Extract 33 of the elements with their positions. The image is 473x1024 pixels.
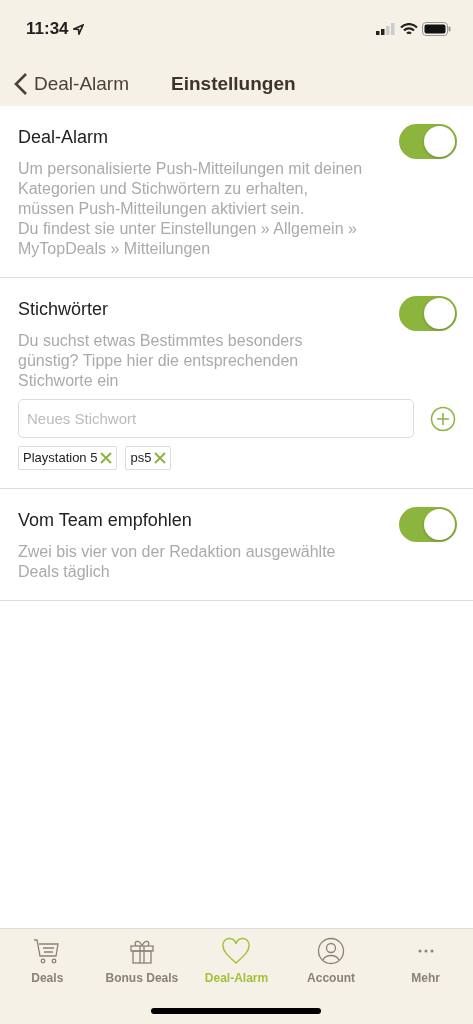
tab[interactable]: Mehr	[378, 929, 473, 988]
tag-label: Playstation 5	[23, 449, 98, 467]
cart-icon	[33, 937, 62, 965]
tab[interactable]: Account	[283, 929, 379, 988]
tag-label: ps5	[130, 449, 152, 467]
toggle-switch[interactable]	[399, 296, 457, 331]
keyword-field[interactable]: Neues Stichwort	[18, 399, 414, 438]
tab[interactable]: Deals	[0, 929, 95, 988]
battery-icon	[422, 22, 451, 36]
status-time: 11:34	[26, 18, 69, 41]
description: Du suchst etwas Bestimmtes besonders günstig? Tippe hier die entsprechenden Stichworte ein	[18, 331, 304, 391]
heart-icon	[221, 937, 252, 965]
toggle-switch[interactable]	[399, 506, 457, 542]
tab[interactable]: Bonus Deals	[94, 929, 190, 988]
remove-icon[interactable]	[154, 451, 167, 464]
add-icon[interactable]	[430, 405, 456, 432]
tab[interactable]: Deal-Alarm	[189, 929, 284, 988]
signal-icon	[376, 23, 396, 35]
wifi-icon	[400, 22, 418, 36]
section-title: Deal-Alarm	[18, 126, 110, 149]
remove-icon[interactable]	[100, 451, 113, 464]
more-icon	[417, 949, 434, 953]
user-icon	[317, 937, 346, 965]
section-title: Stichwörter	[18, 298, 110, 321]
description: Um personalisierte Push-Mitteilungen mit deinen Kategorien und Stichwörtern zu erhalten, müssen Push-Mitteilungen aktiviert sein.	[18, 159, 364, 219]
description: Du findest sie unter Einstellungen » Allgemein » MyTopDeals » Mitteilungen	[18, 219, 358, 259]
chevron-left-icon	[14, 72, 28, 97]
description: Zwei bis vier von der Redaktion ausgewählte Deals täglich	[18, 541, 337, 582]
toggle-switch[interactable]	[399, 124, 457, 159]
screen-title: Einstellungen	[171, 72, 296, 96]
location-icon	[72, 23, 84, 35]
section-title: Vom Team empfohlen	[18, 508, 193, 532]
back-button[interactable]: Deal-Alarm	[14, 70, 130, 99]
